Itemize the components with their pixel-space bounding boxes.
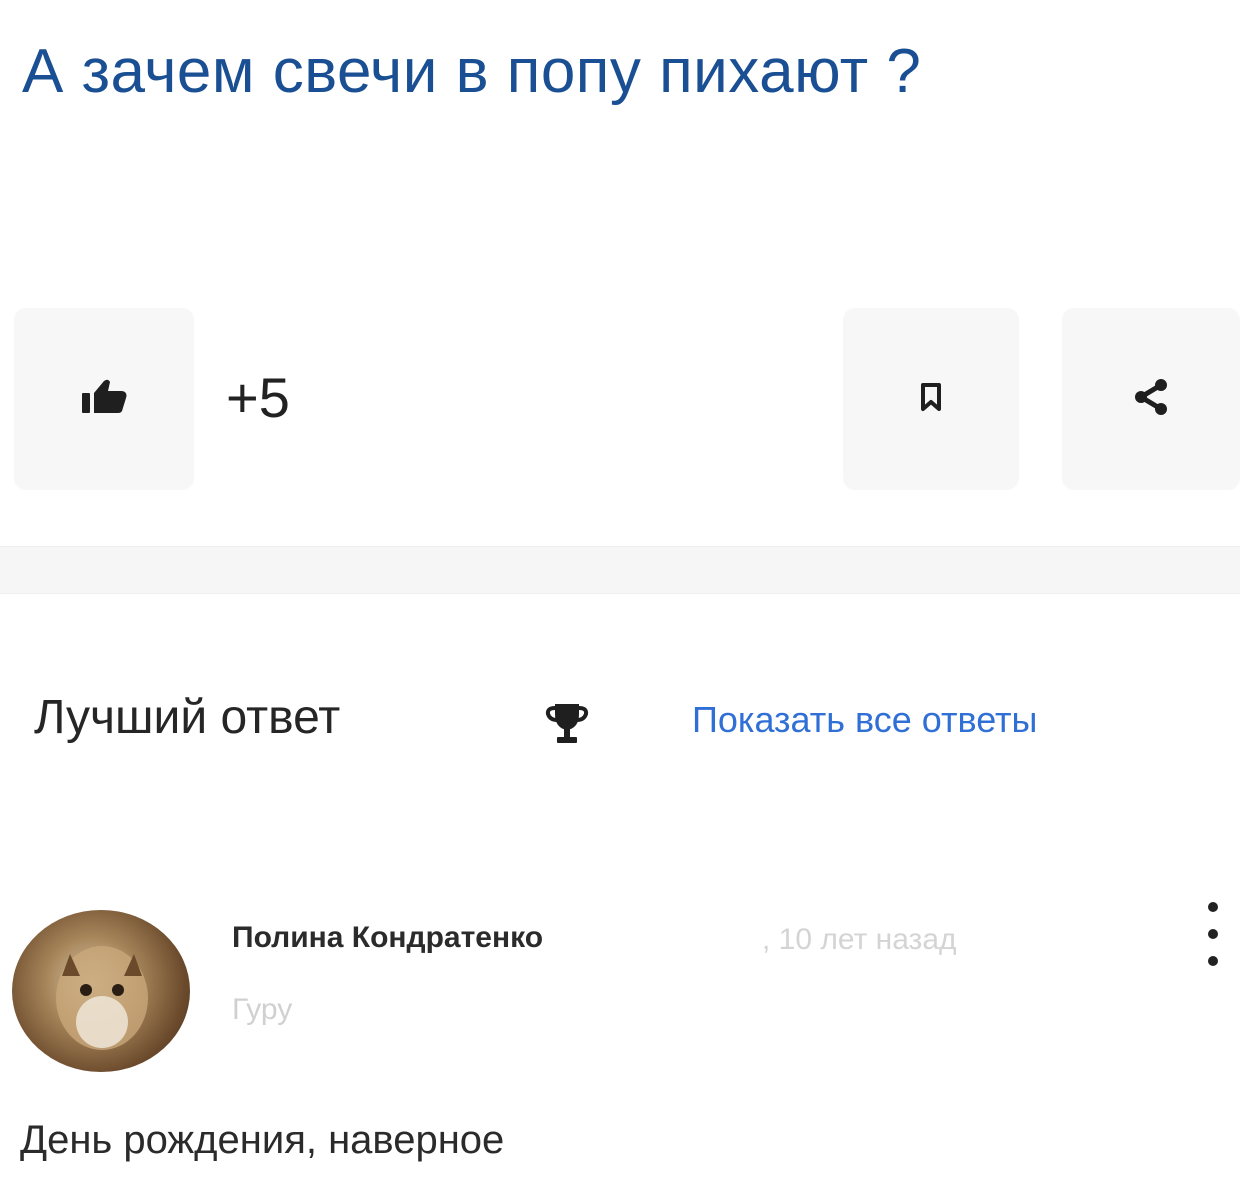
thumbs-up-icon <box>76 377 132 422</box>
section-divider <box>0 546 1240 594</box>
bookmark-button[interactable] <box>843 308 1019 490</box>
question-title: А зачем свечи в попу пихают ? <box>22 37 922 106</box>
more-options-button[interactable] <box>1200 902 1226 966</box>
show-all-answers-link[interactable]: Показать все ответы <box>692 698 1037 742</box>
like-count: +5 <box>226 366 290 429</box>
answer-text: День рождения, наверное <box>20 1118 505 1162</box>
share-button[interactable] <box>1062 308 1240 490</box>
share-icon <box>1133 377 1169 422</box>
avatar[interactable] <box>12 910 190 1072</box>
trophy-icon <box>545 700 589 746</box>
like-button[interactable] <box>14 308 194 490</box>
more-vertical-icon <box>1208 902 1218 912</box>
best-answer-heading: Лучший ответ <box>34 691 341 744</box>
post-time: , 10 лет назад <box>762 923 957 956</box>
bookmark-icon <box>920 382 942 417</box>
author-name[interactable]: Полина Кондратенко <box>232 918 543 958</box>
author-rank: Гуру <box>232 993 293 1026</box>
